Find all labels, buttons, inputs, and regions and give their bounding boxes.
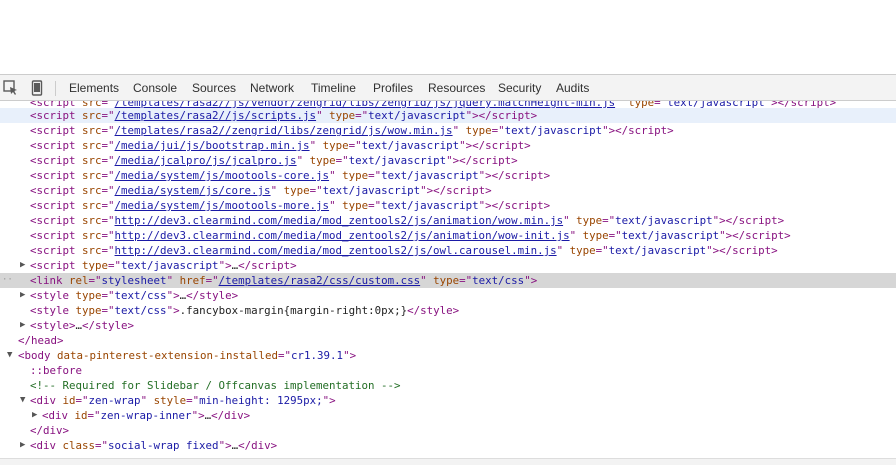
dom-node-link-selected[interactable]: ·· <link rel="stylesheet" href="/templat…	[0, 273, 896, 288]
tab-network[interactable]: Network	[250, 75, 294, 101]
dom-node-script[interactable]: <script src="/media/system/js/mootools-c…	[0, 168, 896, 183]
dom-node-style-collapsed[interactable]: ▶ <style type="text/css">…</style>	[0, 288, 896, 303]
dom-node-script[interactable]: <script src="/media/system/js/mootools-m…	[0, 198, 896, 213]
script-src-link[interactable]: /media/system/js/mootools-core.js	[115, 169, 330, 182]
dom-node-body[interactable]: ▼ <body data-pinterest-extension-install…	[0, 348, 896, 363]
expand-triangle-icon[interactable]: ▶	[20, 318, 30, 333]
stylesheet-href-link[interactable]: /templates/rasa2/css/custom.css	[219, 274, 421, 287]
collapse-triangle-icon[interactable]: ▼	[7, 348, 17, 363]
tab-audits[interactable]: Audits	[556, 75, 589, 101]
dom-node-before-pseudo[interactable]: ::before	[0, 363, 896, 378]
dom-node-script[interactable]: <script src="http://dev3.clearmind.com/m…	[0, 243, 896, 258]
devtools-toolbar: Elements Console Sources Network Timelin…	[0, 74, 896, 101]
script-src-link[interactable]: /templates/rasa2//js/scripts.js	[115, 109, 317, 122]
toolbar-divider	[55, 81, 56, 96]
tab-console[interactable]: Console	[133, 75, 177, 101]
collapse-triangle-icon[interactable]: ▼	[20, 393, 30, 408]
device-mode-icon[interactable]	[28, 79, 46, 97]
dom-node-script[interactable]: <script src="/media/jcalpro/js/jcalpro.j…	[0, 153, 896, 168]
script-src-link[interactable]: /media/jcalpro/js/jcalpro.js	[115, 154, 297, 167]
tab-profiles[interactable]: Profiles	[373, 75, 413, 101]
script-src-link[interactable]: http://dev3.clearmind.com/media/mod_zent…	[115, 229, 570, 242]
dom-node-div-close[interactable]: </div>	[0, 423, 896, 438]
dom-node-zen-wrap-inner[interactable]: ▶ <div id="zen-wrap-inner">…</div>	[0, 408, 896, 423]
dom-node-head-close[interactable]: </head>	[0, 333, 896, 348]
elements-dom-tree: <script src="/templates/rasa2//js/vendor…	[0, 101, 896, 464]
dom-node-social-wrap[interactable]: ▶ <div class="social-wrap fixed">…</div>	[0, 438, 896, 453]
dom-node-script[interactable]: <script src="http://dev3.clearmind.com/m…	[0, 228, 896, 243]
script-src-link[interactable]: http://dev3.clearmind.com/media/mod_zent…	[115, 244, 557, 257]
inspect-element-icon[interactable]	[2, 79, 20, 97]
dom-node-style-collapsed[interactable]: ▶ <style>…</style>	[0, 318, 896, 333]
expand-triangle-icon[interactable]: ▶	[32, 408, 42, 423]
dom-node-script[interactable]: <script src="/templates/rasa2//zengrid/l…	[0, 123, 896, 138]
tab-security[interactable]: Security	[498, 75, 541, 101]
expand-triangle-icon[interactable]: ▶	[20, 288, 30, 303]
dom-node-style[interactable]: <style type="text/css">.fancybox-margin{…	[0, 303, 896, 318]
script-src-link[interactable]: http://dev3.clearmind.com/media/mod_zent…	[115, 214, 564, 227]
dom-node-script[interactable]: <script src="/templates/rasa2//js/script…	[0, 108, 896, 123]
dom-node-script[interactable]: <script src="http://dev3.clearmind.com/m…	[0, 213, 896, 228]
script-src-link[interactable]: /media/jui/js/bootstrap.min.js	[115, 139, 310, 152]
expand-triangle-icon[interactable]: ▶	[20, 438, 30, 453]
dom-node-script-collapsed[interactable]: ▶ <script type="text/javascript">…</scri…	[0, 258, 896, 273]
tab-sources[interactable]: Sources	[192, 75, 236, 101]
script-src-link[interactable]: /templates/rasa2//zengrid/libs/zengrid/j…	[115, 124, 453, 137]
selection-dots-icon: ··	[2, 275, 13, 285]
dom-node-comment[interactable]: <!-- Required for Slidebar / Offcanvas i…	[0, 378, 896, 393]
tab-elements[interactable]: Elements	[69, 75, 119, 101]
script-src-link[interactable]: /media/system/js/core.js	[115, 184, 271, 197]
dom-node-script[interactable]: <script src="/media/jui/js/bootstrap.min…	[0, 138, 896, 153]
dom-node-zen-wrap[interactable]: ▼ <div id="zen-wrap" style="min-height: …	[0, 393, 896, 408]
expand-triangle-icon[interactable]: ▶	[20, 258, 30, 273]
dom-node-script[interactable]: <script src="/media/system/js/core.js" t…	[0, 183, 896, 198]
tab-resources[interactable]: Resources	[428, 75, 485, 101]
script-src-link[interactable]: /media/system/js/mootools-more.js	[115, 199, 330, 212]
tab-timeline[interactable]: Timeline	[311, 75, 356, 101]
